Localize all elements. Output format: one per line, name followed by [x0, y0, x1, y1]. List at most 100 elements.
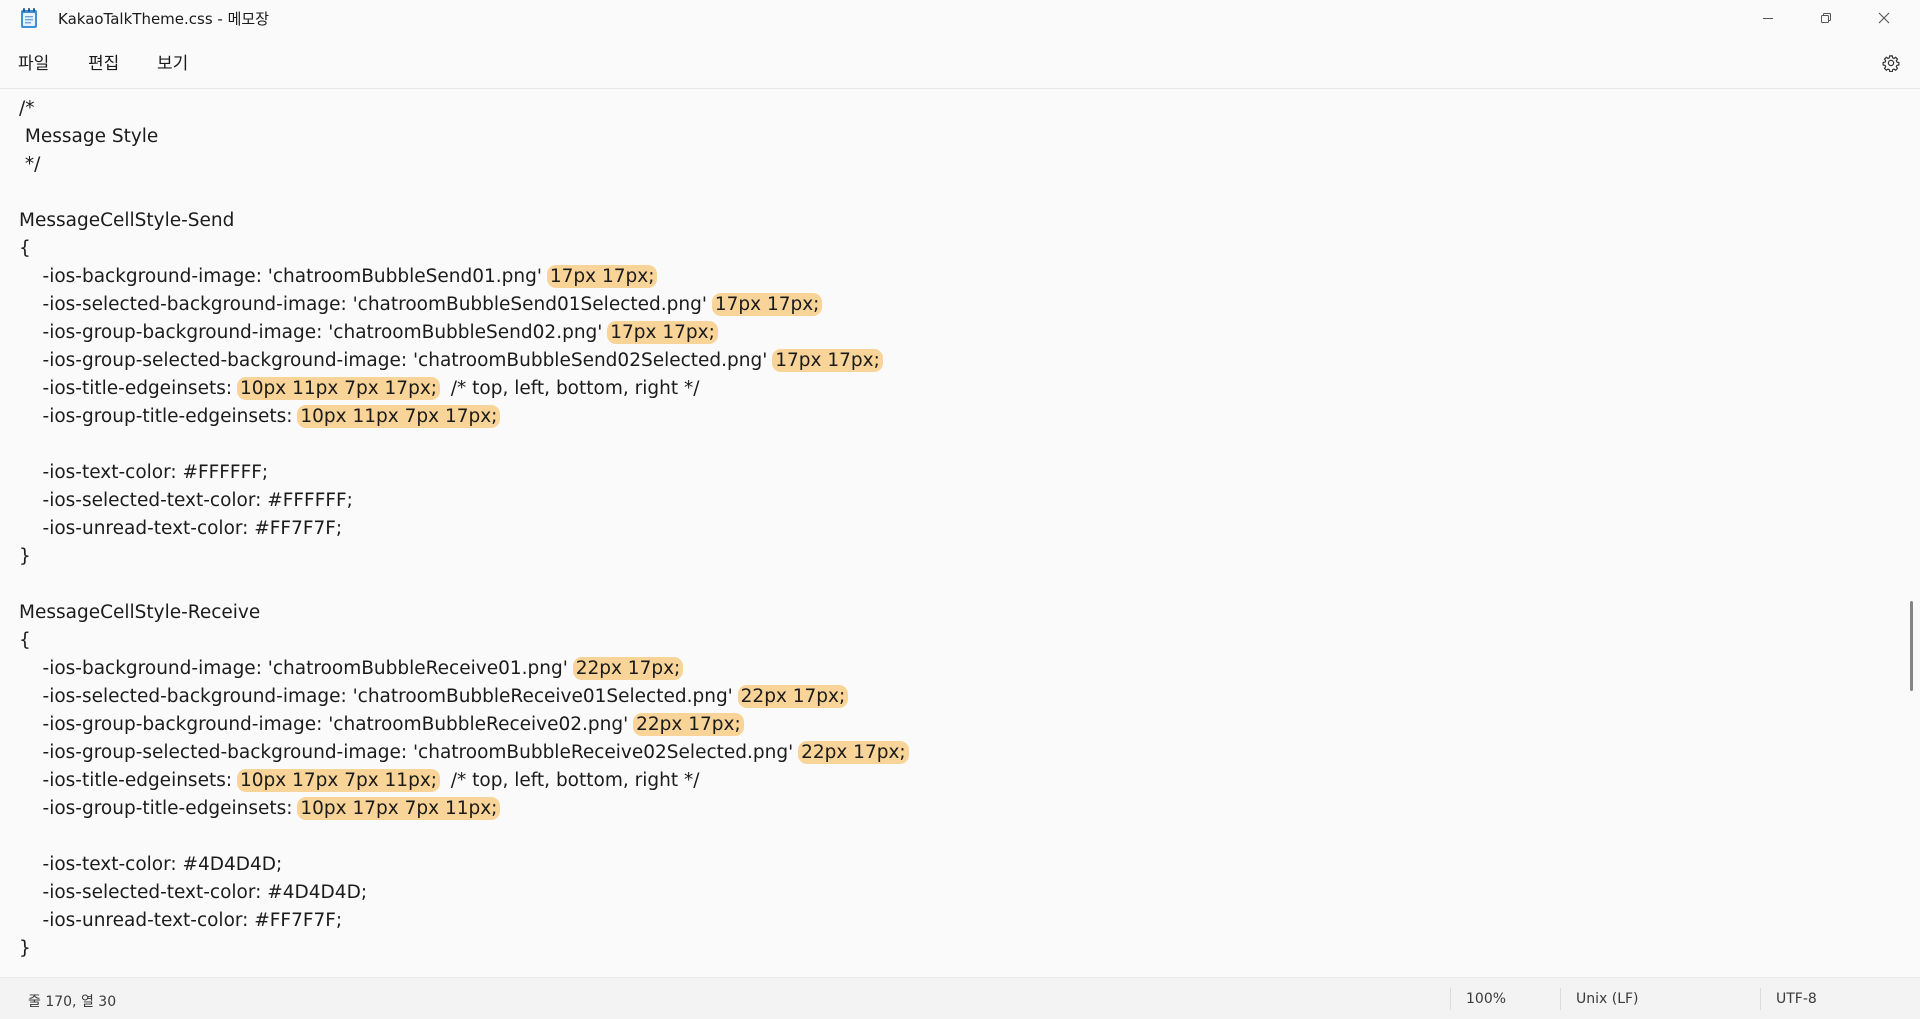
highlighted-text: 22px 17px;: [798, 741, 909, 764]
editor-line: /*: [19, 95, 908, 123]
line-text: -ios-group-selected-background-image: 'c…: [19, 742, 800, 763]
scrollbar-thumb[interactable]: [1910, 601, 1913, 691]
close-icon: [1878, 10, 1890, 28]
editor-line: Message Style: [19, 123, 908, 151]
minimize-icon: [1762, 10, 1774, 28]
status-line-ending[interactable]: Unix (LF): [1576, 991, 1639, 1007]
line-text: -ios-background-image: 'chatroomBubbleSe…: [19, 266, 548, 287]
status-bar: 줄 170, 열 30 100% Unix (LF) UTF-8: [0, 977, 1920, 1019]
highlighted-text: 22px 17px;: [737, 685, 849, 708]
line-text: MessageCellStyle-Send: [19, 210, 235, 231]
editor-line: -ios-background-image: 'chatroomBubbleSe…: [19, 263, 908, 291]
editor-line: -ios-selected-text-color: #FFFFFF;: [19, 487, 908, 515]
vertical-scrollbar[interactable]: [1904, 89, 1920, 977]
line-text: -ios-unread-text-color: #FF7F7F;: [19, 518, 343, 539]
editor-line: }: [19, 543, 908, 571]
highlighted-text: 10px 17px 7px 11px;: [297, 797, 501, 820]
title-bar[interactable]: KakaoTalkTheme.css - 메모장: [0, 0, 1920, 37]
highlighted-text: 10px 11px 7px 17px;: [236, 377, 441, 400]
editor-line: -ios-background-image: 'chatroomBubbleRe…: [19, 655, 908, 683]
editor-line: -ios-title-edgeinsets: 10px 11px 7px 17p…: [19, 375, 908, 403]
line-text: {: [19, 630, 31, 651]
line-text: -ios-title-edgeinsets:: [19, 770, 238, 791]
editor-line: */: [19, 151, 908, 179]
line-text: }: [19, 938, 31, 959]
line-text: -ios-text-color: #4D4D4D;: [19, 854, 283, 875]
line-text: -ios-text-color: #FFFFFF;: [19, 462, 269, 483]
menu-bar: 파일 편집 보기: [0, 42, 1920, 86]
minimize-button[interactable]: [1739, 0, 1797, 37]
gear-icon: [1882, 54, 1900, 76]
status-cursor-position: 줄 170, 열 30: [28, 994, 117, 1010]
window-title: KakaoTalkTheme.css - 메모장: [58, 10, 270, 28]
close-button[interactable]: [1855, 0, 1913, 37]
editor-line: -ios-text-color: #4D4D4D;: [19, 851, 908, 879]
line-text: -ios-selected-background-image: 'chatroo…: [19, 294, 713, 315]
line-text: -ios-selected-text-color: #4D4D4D;: [19, 882, 368, 903]
line-text: -ios-unread-text-color: #FF7F7F;: [19, 910, 343, 931]
editor-line: -ios-group-selected-background-image: 'c…: [19, 739, 909, 767]
line-text: /*: [19, 98, 35, 119]
editor-line: -ios-unread-text-color: #FF7F7F;: [19, 907, 908, 935]
editor-line: MessageCellStyle-Send: [19, 207, 908, 235]
restore-button[interactable]: [1797, 0, 1855, 37]
status-encoding[interactable]: UTF-8: [1776, 991, 1817, 1007]
line-text: -ios-selected-text-color: #FFFFFF;: [19, 490, 353, 511]
highlighted-text: 10px 17px 7px 11px;: [236, 769, 441, 792]
editor-line: -ios-selected-background-image: 'chatroo…: [19, 683, 908, 711]
restore-icon: [1820, 10, 1832, 28]
editor-line: -ios-selected-background-image: 'chatroo…: [19, 291, 908, 319]
status-divider: [1560, 988, 1561, 1010]
line-text: -ios-group-title-edgeinsets:: [19, 406, 299, 427]
status-divider: [1450, 988, 1451, 1010]
editor-line: MessageCellStyle-Receive: [19, 599, 908, 627]
menu-edit[interactable]: 편집: [86, 50, 121, 78]
line-text: -ios-group-background-image: 'chatroomBu…: [19, 322, 609, 343]
highlighted-text: 10px 11px 7px 17px;: [297, 405, 501, 428]
editor-lines: /* Message Style */ MessageCellStyle-Send…: [19, 95, 909, 963]
line-text: }: [19, 546, 31, 567]
editor-line: {: [19, 235, 908, 263]
editor-line: -ios-group-background-image: 'chatroomBu…: [19, 319, 908, 347]
settings-button[interactable]: [1874, 50, 1908, 80]
text-editor[interactable]: /* Message Style */ MessageCellStyle-Send…: [0, 89, 1904, 977]
line-text: -ios-group-background-image: 'chatroomBu…: [19, 714, 635, 735]
line-text: -ios-background-image: 'chatroomBubbleRe…: [19, 658, 574, 679]
highlighted-text: 17px 17px;: [607, 321, 718, 344]
line-text: -ios-group-selected-background-image: 'c…: [19, 350, 774, 371]
editor-line: -ios-group-title-edgeinsets: 10px 17px 7…: [19, 795, 908, 823]
line-text: -ios-group-title-edgeinsets:: [19, 798, 299, 819]
line-text: -ios-selected-background-image: 'chatroo…: [19, 686, 739, 707]
status-zoom[interactable]: 100%: [1466, 991, 1506, 1007]
line-text: */: [19, 154, 41, 175]
highlighted-text: 17px 17px;: [546, 265, 658, 288]
line-text: /* top, left, bottom, right */: [439, 378, 700, 399]
line-text: MessageCellStyle-Receive: [19, 602, 261, 623]
editor-line: -ios-unread-text-color: #FF7F7F;: [19, 515, 908, 543]
editor-line: -ios-title-edgeinsets: 10px 17px 7px 11p…: [19, 767, 908, 795]
editor-line: -ios-text-color: #FFFFFF;: [19, 459, 908, 487]
editor-line: }: [19, 935, 908, 963]
line-text: {: [19, 238, 31, 259]
highlighted-text: 22px 17px;: [633, 713, 744, 736]
status-divider: [1760, 988, 1761, 1010]
line-text: /* top, left, bottom, right */: [439, 770, 700, 791]
editor-line: -ios-group-background-image: 'chatroomBu…: [19, 711, 908, 739]
menu-view[interactable]: 보기: [155, 50, 190, 78]
editor-line: {: [19, 627, 908, 655]
line-text: -ios-title-edgeinsets:: [19, 378, 238, 399]
editor-line: -ios-group-title-edgeinsets: 10px 11px 7…: [19, 403, 908, 431]
editor-line: -ios-group-selected-background-image: 'c…: [19, 347, 908, 375]
line-text: Message Style: [19, 126, 159, 147]
highlighted-text: 17px 17px;: [772, 349, 883, 372]
menu-file[interactable]: 파일: [16, 50, 51, 78]
editor-line: -ios-selected-text-color: #4D4D4D;: [19, 879, 908, 907]
highlighted-text: 22px 17px;: [572, 657, 684, 680]
notepad-icon: [20, 8, 38, 29]
notepad-window: KakaoTalkTheme.css - 메모장 파일 편집 보기 /* Mes…: [0, 0, 1920, 1019]
highlighted-text: 17px 17px;: [711, 293, 823, 316]
